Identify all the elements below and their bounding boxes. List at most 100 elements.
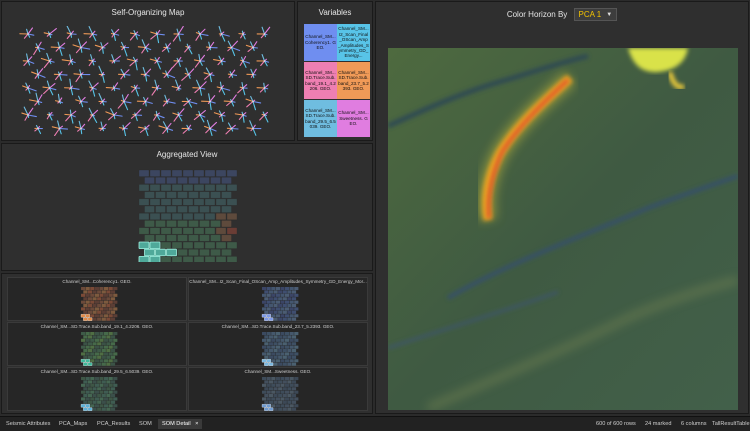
som-node-glyph[interactable] — [137, 97, 152, 105]
horizon-map[interactable] — [388, 48, 738, 410]
hex-cell[interactable] — [156, 206, 166, 213]
hex-cell[interactable] — [145, 220, 155, 227]
som-node-glyph[interactable] — [131, 109, 141, 120]
hex-cell[interactable] — [189, 192, 199, 199]
som-node-glyph[interactable] — [217, 82, 229, 94]
som-node-glyph[interactable] — [173, 26, 183, 41]
hex-cell[interactable] — [211, 177, 221, 184]
som-node-glyph[interactable] — [226, 123, 238, 134]
som-node-glyph[interactable] — [219, 27, 229, 42]
som-node-glyph[interactable] — [74, 70, 90, 82]
som-node-glyph[interactable] — [110, 55, 121, 63]
som-node-glyph[interactable] — [240, 57, 249, 68]
selected-hex-cell[interactable] — [145, 249, 155, 256]
close-icon[interactable]: × — [195, 421, 198, 427]
som-node-glyph[interactable] — [238, 83, 247, 95]
som-node-glyph[interactable] — [173, 57, 183, 67]
hex-cell[interactable] — [172, 228, 182, 235]
som-node-glyph[interactable] — [73, 39, 90, 53]
som-node-glyph[interactable] — [162, 43, 170, 52]
hex-cell[interactable] — [227, 256, 237, 262]
som-node-glyph[interactable] — [88, 108, 97, 122]
hex-cell[interactable] — [172, 199, 182, 206]
som-node-glyph[interactable] — [35, 126, 43, 134]
som-node-glyph[interactable] — [62, 55, 75, 65]
som-node-glyph[interactable] — [228, 41, 240, 55]
som-node-glyph[interactable] — [89, 55, 95, 66]
som-node-glyph[interactable] — [118, 95, 131, 110]
som-node-glyph[interactable] — [121, 42, 129, 56]
hex-cell[interactable] — [211, 220, 221, 227]
som-node-glyph[interactable] — [52, 121, 67, 136]
som-node-glyph[interactable] — [247, 69, 256, 77]
som-node-glyph[interactable] — [185, 44, 192, 54]
som-node-glyph[interactable] — [257, 83, 268, 92]
hex-cell[interactable] — [183, 256, 193, 262]
multiple-cell[interactable]: Channel_SM...Coherency1. GEO. — [7, 277, 187, 321]
multiple-cell[interactable]: Channel_SM...SD.Trace.Sub.band_23.7_5.23… — [188, 322, 368, 366]
som-node-glyph[interactable] — [214, 111, 225, 122]
som-node-glyph[interactable] — [76, 96, 87, 106]
som-node-glyph[interactable] — [163, 95, 175, 106]
som-node-glyph[interactable] — [194, 54, 204, 67]
som-node-glyph[interactable] — [99, 122, 106, 131]
tab-seismic-attributes[interactable]: Seismic Attributes — [2, 419, 54, 429]
som-node-glyph[interactable] — [246, 96, 261, 109]
hex-cell[interactable] — [194, 213, 204, 220]
som-node-glyph[interactable] — [154, 111, 165, 120]
variable-cell[interactable]: Channel_SM...SD.Trace.Sub.band_23.7_5.23… — [337, 62, 370, 99]
hex-cell[interactable] — [216, 256, 226, 262]
som-node-glyph[interactable] — [196, 29, 208, 40]
hex-cell[interactable] — [172, 256, 182, 262]
som-node-glyph[interactable] — [32, 69, 45, 79]
som-node-glyph[interactable] — [41, 53, 54, 67]
som-node-glyph[interactable] — [119, 123, 130, 136]
som-node-glyph[interactable] — [67, 26, 76, 39]
som-node-glyph[interactable] — [95, 43, 108, 54]
hex-cell[interactable] — [156, 177, 166, 184]
hex-cell[interactable] — [216, 199, 226, 206]
hex-cell[interactable] — [200, 206, 210, 213]
selected-hex-cell[interactable] — [139, 242, 149, 249]
som-node-glyph[interactable] — [106, 109, 122, 120]
som-node-glyph[interactable] — [34, 42, 45, 54]
hex-cell[interactable] — [183, 242, 193, 249]
hex-cell[interactable] — [227, 242, 237, 249]
hex-cell[interactable] — [150, 213, 160, 220]
som-node-glyph[interactable] — [152, 80, 161, 95]
hex-cell[interactable] — [189, 235, 199, 242]
hex-cell[interactable] — [227, 228, 237, 235]
hex-cell[interactable] — [145, 235, 155, 242]
hex-cell[interactable] — [194, 170, 204, 177]
som-node-glyph[interactable] — [56, 94, 63, 103]
hex-cell[interactable] — [167, 177, 177, 184]
hex-cell[interactable] — [222, 220, 232, 227]
som-node-glyph[interactable] — [182, 98, 197, 107]
hex-cell[interactable] — [194, 242, 204, 249]
hex-cell[interactable] — [178, 220, 188, 227]
hex-cell[interactable] — [194, 228, 204, 235]
selected-hex-cell[interactable] — [167, 249, 177, 256]
hex-cell[interactable] — [189, 177, 199, 184]
selected-hex-cell[interactable] — [150, 256, 160, 262]
hex-cell[interactable] — [227, 184, 237, 191]
hex-cell[interactable] — [178, 192, 188, 199]
som-node-glyph[interactable] — [65, 110, 76, 123]
variable-cell[interactable]: Channel_SM...Sweetness. GEO. — [337, 100, 370, 137]
hex-cell[interactable] — [161, 242, 171, 249]
hex-cell[interactable] — [205, 199, 215, 206]
hex-cell[interactable] — [189, 206, 199, 213]
selected-hex-cell[interactable] — [150, 242, 160, 249]
som-node-glyph[interactable] — [260, 112, 268, 122]
som-node-glyph[interactable] — [163, 68, 175, 78]
hex-cell[interactable] — [205, 242, 215, 249]
hex-cell[interactable] — [189, 249, 199, 256]
hex-cell[interactable] — [156, 235, 166, 242]
som-node-glyph[interactable] — [131, 85, 139, 96]
selected-hex-cell[interactable] — [139, 256, 149, 262]
hex-cell[interactable] — [200, 220, 210, 227]
som-node-glyph[interactable] — [172, 80, 181, 90]
som-node-glyph[interactable] — [54, 72, 67, 81]
som-node-glyph[interactable] — [206, 42, 217, 50]
hex-cell[interactable] — [222, 235, 232, 242]
